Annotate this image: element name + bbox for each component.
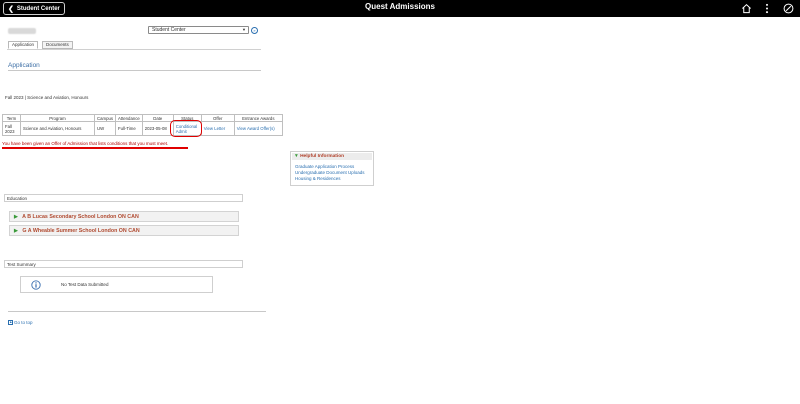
tab-divider [7,49,261,50]
housing-residences-link[interactable]: Housing & Residences [295,176,341,181]
arrow-up-icon: ▲ [8,320,13,325]
expand-triangle-icon: ▶ [14,228,18,234]
table-row: Fall 2023 Science and Aviation, Honours … [2,121,283,136]
school-name: A B Lucas Secondary School London ON CAN [22,214,139,220]
go-to-top-label: Go to top [14,320,33,325]
navigation-select[interactable]: Student Center ▼ [148,26,249,34]
collapse-triangle-icon: ▼ [294,154,299,159]
header-actions [740,2,794,14]
helpful-information-title: Helpful Information [300,154,345,159]
navbar-icon[interactable] [782,2,794,14]
top-bar: ❮ Student Center Quest Admissions [0,0,800,17]
column-header-term: Term [2,114,21,122]
school-row[interactable]: ▶ G A Wheable Summer School London ON CA… [9,225,239,236]
view-letter-link[interactable]: View Letter [200,121,235,136]
tab-application[interactable]: Application [8,41,39,49]
bottom-divider [8,311,266,312]
navigation-select-value: Student Center [152,27,186,33]
user-name [8,28,36,34]
tab-documents[interactable]: Documents [42,41,73,49]
cell-term: Fall 2023 [2,121,21,136]
home-icon[interactable] [740,2,752,14]
test-summary-section-header: Test Summary [4,260,243,268]
application-table: Term Program Campus Attendance Date Stat… [2,114,283,136]
section-title: Application [8,62,40,69]
education-section-header: Education [4,194,243,202]
no-test-data-message: No Test Data Submitted [61,282,109,287]
column-header-date: Date [141,114,174,122]
cell-date: 2023-05-08 [141,121,174,136]
helpful-information-header[interactable]: ▼ Helpful Information [292,153,372,160]
test-summary-panel: No Test Data Submitted [20,276,213,293]
info-icon [31,280,41,290]
term-program-text: Fall 2023 | Science and Aviation, Honour… [5,95,89,100]
school-name: G A Wheable Summer School London ON CAN [22,228,140,234]
title-divider [8,70,261,71]
expand-triangle-icon: ▶ [14,214,18,220]
cell-campus: UW [93,121,117,136]
column-header-program: Program [20,114,95,122]
more-vertical-icon[interactable] [761,2,773,14]
helpful-information-box: ▼ Helpful Information Graduate Applicati… [290,151,374,186]
school-row[interactable]: ▶ A B Lucas Secondary School London ON C… [9,211,239,222]
status-highlight-annotation [170,120,202,137]
go-button[interactable]: » [251,27,258,34]
column-header-campus: Campus [93,114,117,122]
column-header-awards: Entrance Awards [233,114,283,122]
page-title: Quest Admissions [365,2,435,11]
offer-message: You have been given an Offer of Admissio… [2,141,169,146]
column-header-attendance: Attendance [115,114,143,122]
view-award-offers-link[interactable]: View Award Offer(s) [233,121,283,136]
table-header-row: Term Program Campus Attendance Date Stat… [2,114,283,122]
cell-program: Science and Aviation, Honours [20,121,95,136]
column-header-offer: Offer [200,114,235,122]
offer-message-underline-annotation [2,147,188,149]
graduate-application-process-link[interactable]: Graduate Application Process [295,164,354,169]
cell-attendance: Full-Time [115,121,143,136]
go-to-top-link[interactable]: ▲ Go to top [8,320,33,325]
undergraduate-document-uploads-link[interactable]: Undergraduate Document Uploads [295,170,365,175]
chevron-down-icon: ▼ [242,27,246,32]
